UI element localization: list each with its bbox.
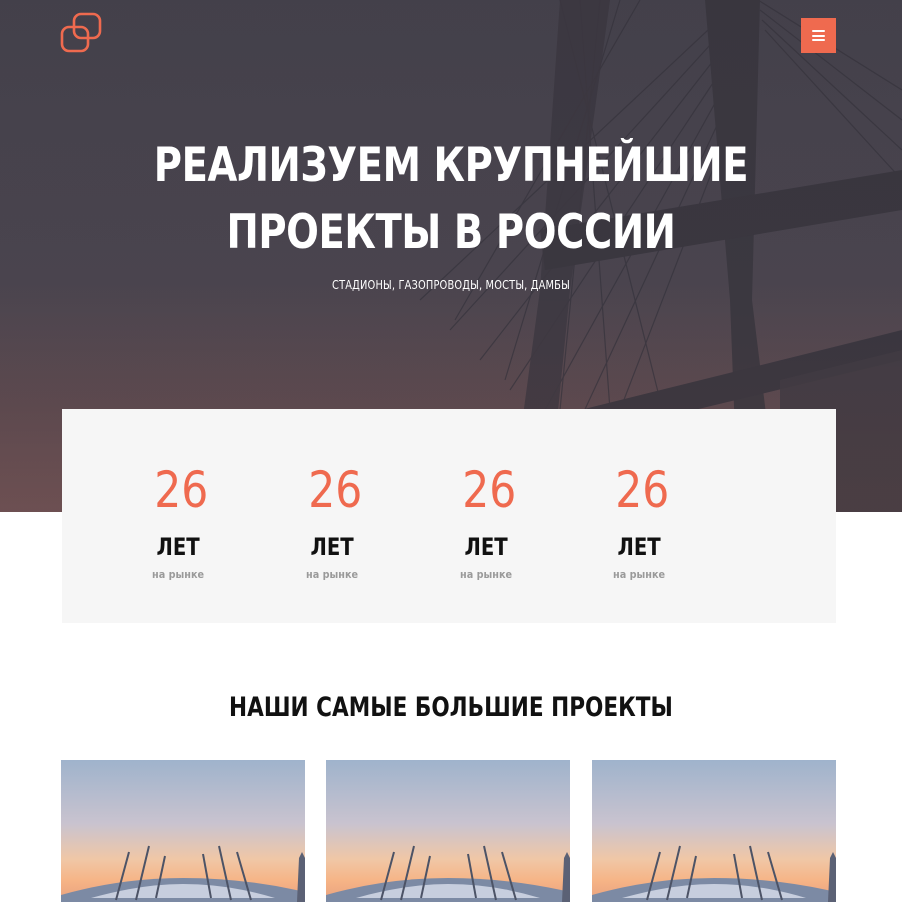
stadium-sunset-photo xyxy=(61,760,305,902)
stat-label: ЛЕТ xyxy=(464,533,508,561)
stat-label: ЛЕТ xyxy=(156,533,200,561)
hamburger-menu-icon xyxy=(812,30,825,41)
stat-number: 26 xyxy=(308,461,363,519)
stat-number: 26 xyxy=(154,461,209,519)
stat-caption: на рынке xyxy=(460,568,513,581)
stat-number: 26 xyxy=(462,461,517,519)
hero-title-line1: РЕАЛИЗУЕМ КРУПНЕЙШИЕ xyxy=(153,138,749,193)
linked-squares-logo-icon[interactable] xyxy=(60,12,104,54)
stat-caption: на рынке xyxy=(306,568,359,581)
project-card[interactable] xyxy=(592,760,836,902)
projects-section-title: НАШИ САМЫЕ БОЛЬШИЕ ПРОЕКТЫ xyxy=(229,692,673,723)
stat-number: 26 xyxy=(615,461,670,519)
menu-button[interactable] xyxy=(801,18,836,53)
hero-subtitle: СТАДИОНЫ, ГАЗОПРОВОДЫ, МОСТЫ, ДАМБЫ xyxy=(332,278,570,292)
stat-caption: на рынке xyxy=(613,568,666,581)
stadium-sunset-photo xyxy=(326,760,570,902)
hero-title: РЕАЛИЗУЕМ КРУПНЕЙШИЕ ПРОЕКТЫ В РОССИИ xyxy=(81,132,821,266)
project-card[interactable] xyxy=(61,760,305,902)
stat-label: ЛЕТ xyxy=(310,533,354,561)
stat-label: ЛЕТ xyxy=(617,533,661,561)
project-card[interactable] xyxy=(326,760,570,902)
stadium-sunset-photo xyxy=(592,760,836,902)
stat-caption: на рынке xyxy=(152,568,205,581)
hero-title-line2: ПРОЕКТЫ В РОССИИ xyxy=(226,205,676,260)
